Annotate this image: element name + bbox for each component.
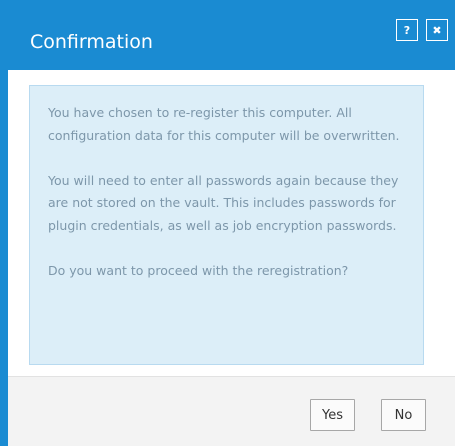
no-button[interactable]: No xyxy=(381,399,426,431)
dialog-title: Confirmation xyxy=(30,31,153,53)
close-icon: ✖ xyxy=(432,23,442,37)
confirmation-dialog: Confirmation ? ✖ You have chosen to re-r… xyxy=(0,0,455,446)
close-button[interactable]: ✖ xyxy=(426,19,448,41)
message-paragraph-2: You will need to enter all passwords aga… xyxy=(48,172,399,233)
dialog-body: You have chosen to re-register this comp… xyxy=(8,70,455,376)
help-button[interactable]: ? xyxy=(396,19,418,41)
help-icon: ? xyxy=(403,23,411,37)
yes-button[interactable]: Yes xyxy=(310,399,355,431)
info-message-box: You have chosen to re-register this comp… xyxy=(29,85,424,365)
message-paragraph-3: Do you want to proceed with the reregist… xyxy=(48,262,349,278)
dialog-left-border xyxy=(0,70,8,446)
message-paragraph-1: You have chosen to re-register this comp… xyxy=(48,105,400,143)
dialog-footer: Yes No xyxy=(8,376,455,446)
info-message-text: You have chosen to re-register this comp… xyxy=(48,102,413,282)
dialog-titlebar: Confirmation ? ✖ xyxy=(0,0,455,70)
